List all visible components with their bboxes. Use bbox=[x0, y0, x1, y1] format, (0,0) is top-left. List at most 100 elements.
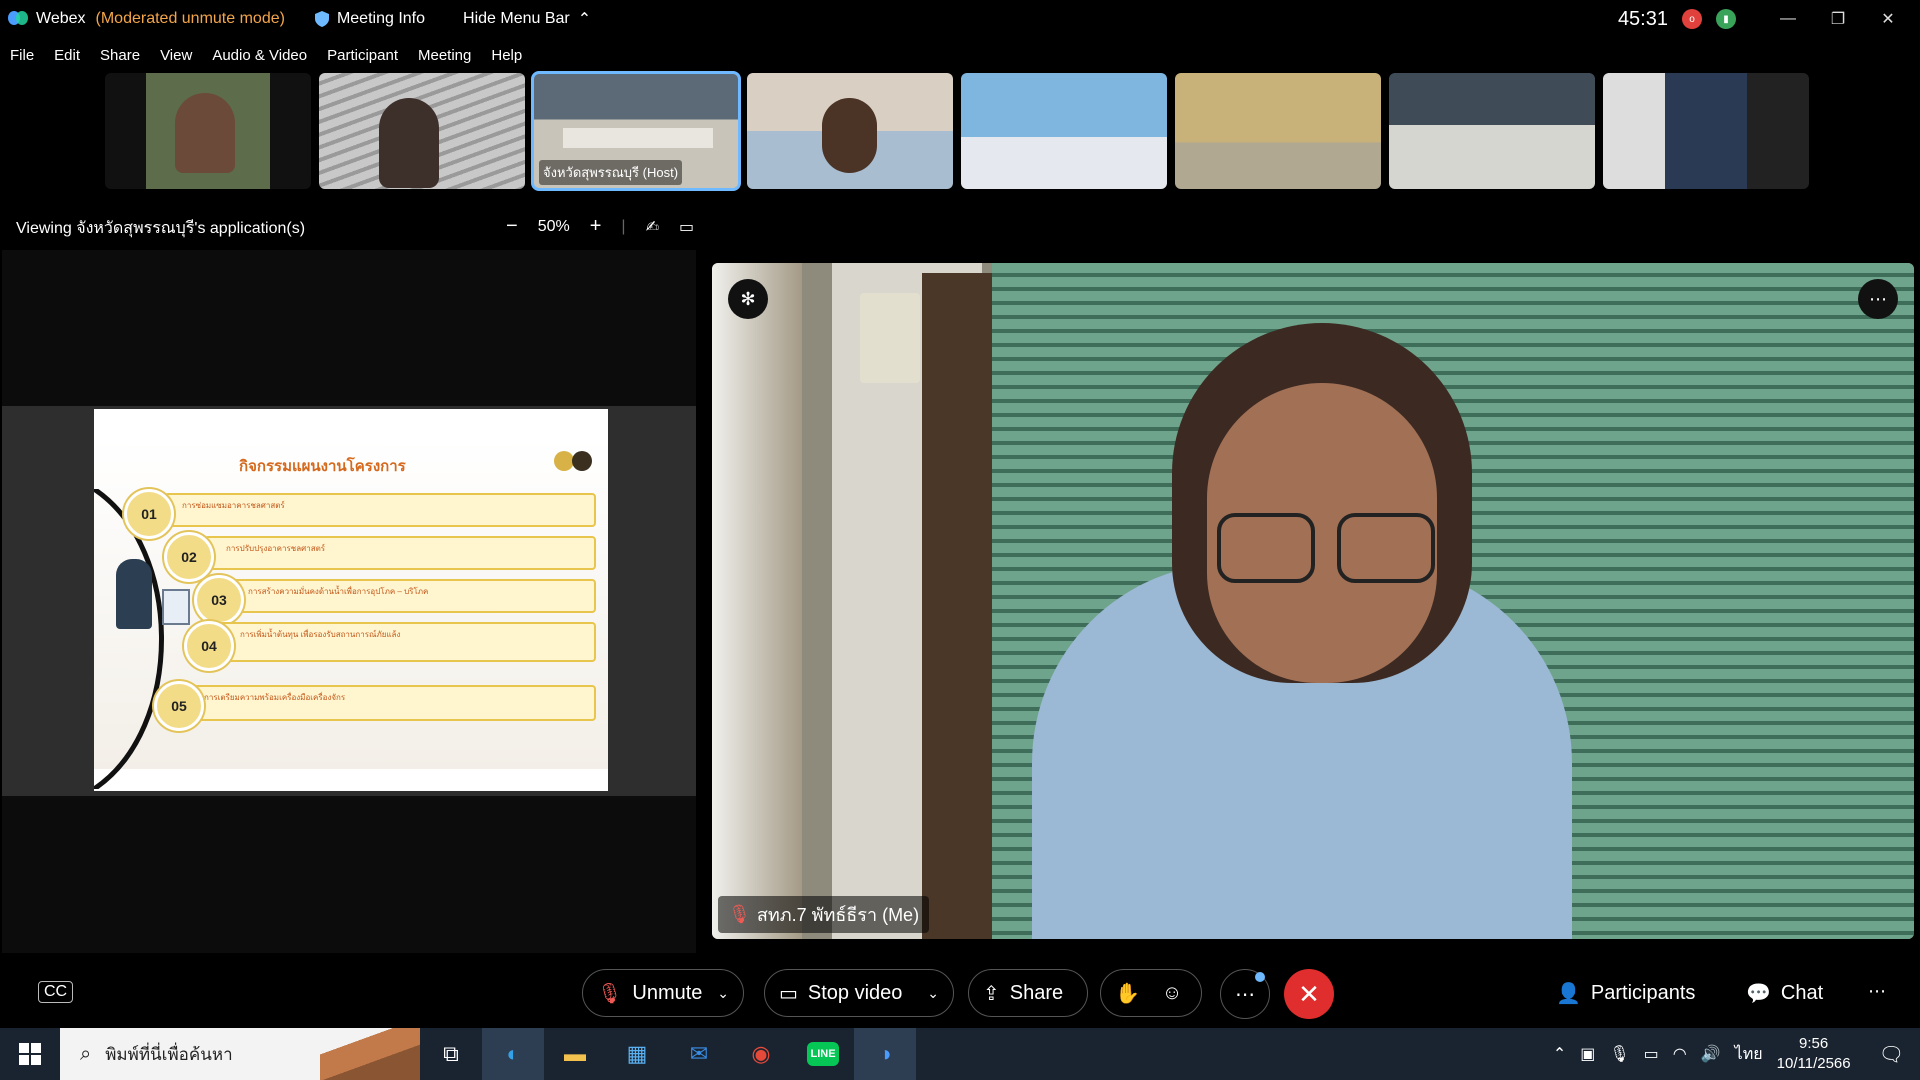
raise-hand-icon[interactable]: ✋ bbox=[1115, 981, 1140, 1006]
chat-label: Chat bbox=[1780, 982, 1824, 1004]
start-button[interactable] bbox=[0, 1043, 60, 1065]
menu-bar: File Edit Share View Audio & Video Parti… bbox=[0, 40, 522, 70]
hide-menu-bar-label: Hide Menu Bar bbox=[463, 10, 570, 27]
pin-icon[interactable]: ✻ bbox=[728, 279, 768, 319]
slide-item-number: 01 bbox=[124, 489, 174, 539]
captions-icon[interactable]: CC bbox=[38, 981, 74, 1003]
slide-item: การเพิ่มน้ำต้นทุน เพื่อรองรับสถานการณ์ภั… bbox=[214, 622, 596, 662]
annotate-icon[interactable]: ✍ bbox=[646, 217, 659, 237]
moderated-mode-label: (Moderated unmute mode) bbox=[95, 10, 285, 27]
chrome-icon[interactable]: ◉ bbox=[730, 1028, 792, 1080]
participant-thumbnail[interactable] bbox=[1389, 73, 1595, 189]
recording-icon[interactable]: o bbox=[1682, 9, 1702, 29]
taskbar-search[interactable]: ⌕ พิมพ์ที่นี่เพื่อค้นหา bbox=[60, 1028, 420, 1080]
restore-icon[interactable]: ❐ bbox=[1820, 9, 1856, 29]
clock-date: 10/11/2566 bbox=[1776, 1055, 1851, 1072]
participant-thumbnail[interactable] bbox=[105, 73, 311, 189]
slide-item-number: 05 bbox=[154, 681, 204, 731]
webex-taskbar-icon[interactable]: ◑ bbox=[854, 1028, 916, 1080]
slide-item: การซ่อมแซมอาคารชลศาสตร์ bbox=[164, 493, 596, 527]
muted-mic-icon: 🎙 bbox=[597, 982, 623, 1005]
minimize-icon[interactable]: — bbox=[1770, 10, 1806, 28]
reactions-group: ✋ ☺ bbox=[1100, 969, 1202, 1017]
network-health-icon[interactable]: ▮ bbox=[1716, 9, 1736, 29]
zoom-out-icon[interactable]: − bbox=[506, 215, 518, 238]
chat-icon: 💬 bbox=[1746, 983, 1771, 1005]
title-bar: Webex (Moderated unmute mode) Meeting In… bbox=[0, 0, 1920, 38]
search-highlight-image bbox=[320, 1028, 420, 1080]
shared-application-window: กิจกรรมแผนงานโครงการ การซ่อมแซมอาคารชลศา… bbox=[2, 406, 696, 796]
menu-meeting[interactable]: Meeting bbox=[418, 47, 471, 64]
notifications-icon[interactable]: 🗨 bbox=[1879, 1042, 1904, 1067]
slide-item-number: 03 bbox=[194, 575, 244, 625]
store-icon[interactable]: ▦ bbox=[606, 1028, 668, 1080]
chat-button[interactable]: 💬 Chat bbox=[1746, 981, 1823, 1006]
share-button[interactable]: ⇪ Share bbox=[968, 969, 1088, 1017]
participant-thumbnail[interactable] bbox=[319, 73, 525, 189]
edge-icon[interactable]: ◐ bbox=[482, 1028, 544, 1080]
slide-title: กิจกรรมแผนงานโครงการ bbox=[239, 458, 406, 475]
leave-meeting-button[interactable]: ✕ bbox=[1284, 969, 1334, 1019]
menu-share[interactable]: Share bbox=[100, 47, 140, 64]
chevron-up-icon[interactable]: ⌃ bbox=[1553, 1044, 1566, 1064]
menu-audio-video[interactable]: Audio & Video bbox=[212, 47, 307, 64]
slide-item-number: 02 bbox=[164, 532, 214, 582]
self-video[interactable]: ✻ ⋯ 🎙 สทภ.7 พัทธ์ธีรา (Me) bbox=[712, 263, 1914, 939]
screen-options-icon[interactable]: ▭ bbox=[679, 217, 694, 237]
language-indicator[interactable]: ไทย bbox=[1735, 1042, 1763, 1067]
chevron-down-icon[interactable]: ⌄ bbox=[717, 985, 729, 1002]
participant-thumbnail-host[interactable]: จังหวัดสุพรรณบุรี (Host) bbox=[531, 71, 741, 191]
meeting-info-button[interactable]: Meeting Info bbox=[314, 10, 426, 28]
menu-view[interactable]: View bbox=[160, 47, 192, 64]
meeting-info-label: Meeting Info bbox=[336, 10, 426, 27]
menu-help[interactable]: Help bbox=[491, 47, 522, 64]
participants-icon: 👤 bbox=[1556, 983, 1581, 1005]
task-view-icon[interactable]: ⧉ bbox=[420, 1028, 482, 1080]
line-icon[interactable]: LINE bbox=[792, 1028, 854, 1080]
slide-item-number: 04 bbox=[184, 621, 234, 671]
volume-icon[interactable]: 🔊 bbox=[1701, 1044, 1721, 1064]
more-options-icon[interactable]: ⋯ bbox=[1868, 981, 1886, 1002]
zoom-level: 50% bbox=[537, 217, 570, 235]
microphone-icon[interactable]: 🎙 bbox=[1609, 1044, 1629, 1064]
participant-thumbnail[interactable] bbox=[1175, 73, 1381, 189]
chevron-up-icon: ⌃ bbox=[577, 11, 592, 28]
clock[interactable]: 9:56 10/11/2566 bbox=[1777, 1034, 1851, 1074]
participant-thumbnail[interactable] bbox=[961, 73, 1167, 189]
share-label: Share bbox=[1009, 981, 1064, 1004]
more-options-icon[interactable]: ⋯ bbox=[1858, 279, 1898, 319]
self-name: สทภ.7 พัทธ์ธีรา (Me) bbox=[756, 905, 920, 925]
unmute-button[interactable]: 🎙 Unmute ⌄ bbox=[582, 969, 744, 1017]
mail-icon[interactable]: ✉ bbox=[668, 1028, 730, 1080]
windows-logo-icon bbox=[19, 1043, 41, 1065]
menu-file[interactable]: File bbox=[10, 47, 34, 64]
participant-thumbnail[interactable] bbox=[1603, 73, 1809, 189]
slide-item: การสร้างความมั่นคงด้านน้ำเพื่อการอุปโภค … bbox=[224, 579, 596, 613]
menu-edit[interactable]: Edit bbox=[54, 47, 80, 64]
device-icon[interactable]: ▣ bbox=[1580, 1044, 1595, 1064]
more-button[interactable]: ⋯ bbox=[1220, 969, 1270, 1019]
viewing-bar: Viewing จังหวัดสุพรรณบุรี's application(… bbox=[16, 215, 696, 241]
shield-icon bbox=[314, 11, 329, 27]
hide-menu-bar-button[interactable]: Hide Menu Bar ⌃ bbox=[463, 9, 591, 29]
file-explorer-icon[interactable]: ▬ bbox=[544, 1028, 606, 1080]
stop-video-label: Stop video bbox=[807, 981, 903, 1004]
battery-icon[interactable]: ▭ bbox=[1644, 1044, 1659, 1064]
clipboard-illustration bbox=[162, 589, 190, 625]
share-icon: ⇪ bbox=[983, 982, 1000, 1005]
presentation-slide: กิจกรรมแผนงานโครงการ การซ่อมแซมอาคารชลศา… bbox=[94, 409, 608, 791]
slide-item: การปรับปรุงอาคารชลศาสตร์ bbox=[204, 536, 596, 570]
presenter-illustration bbox=[116, 559, 152, 629]
participants-button[interactable]: 👤 Participants bbox=[1556, 981, 1695, 1006]
stop-video-button[interactable]: ▭ Stop video ⌄ bbox=[764, 969, 954, 1017]
participant-thumbnail[interactable] bbox=[747, 73, 953, 189]
logo-icon bbox=[572, 451, 592, 471]
unmute-label: Unmute bbox=[632, 981, 703, 1004]
zoom-in-icon[interactable]: + bbox=[590, 215, 602, 238]
wifi-icon[interactable]: ◠ bbox=[1673, 1044, 1687, 1064]
chevron-down-icon[interactable]: ⌄ bbox=[927, 985, 939, 1002]
close-icon[interactable]: ✕ bbox=[1870, 9, 1906, 29]
reactions-icon[interactable]: ☺ bbox=[1162, 982, 1182, 1005]
notification-dot bbox=[1255, 972, 1265, 982]
menu-participant[interactable]: Participant bbox=[327, 47, 398, 64]
